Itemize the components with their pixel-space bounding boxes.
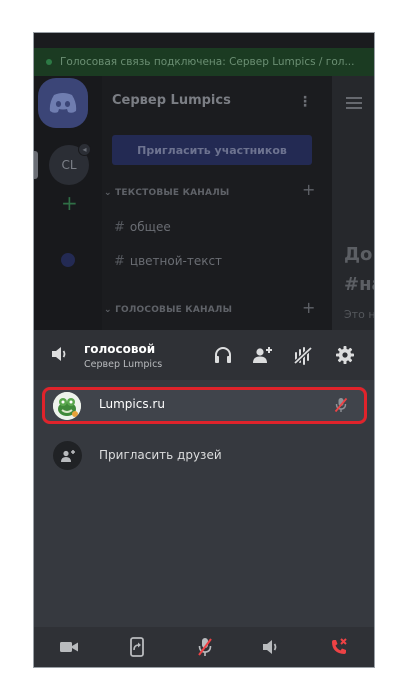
speaker-icon — [50, 344, 70, 368]
menu-icon[interactable] — [346, 97, 362, 112]
voice-channels-category[interactable]: ⌄ ГОЛОСОВЫЕ КАНАЛЫ — [104, 305, 232, 315]
voice-channel-title: голосовой — [84, 342, 156, 356]
gear-icon[interactable] — [334, 344, 356, 366]
speaker-icon[interactable] — [260, 636, 282, 658]
screen-share-icon[interactable] — [126, 636, 148, 658]
chat-channel-heading: #на — [344, 274, 374, 295]
server-initials: CL — [61, 158, 77, 172]
add-voice-channel-icon[interactable]: + — [302, 298, 315, 317]
add-server-icon[interactable]: + — [61, 191, 78, 215]
chevron-down-icon: ⌄ — [104, 188, 116, 198]
chevron-down-icon: ⌄ — [104, 305, 116, 315]
voice-connected-banner[interactable]: Голосовая связь подключена: Сервер Lumpi… — [34, 48, 374, 76]
participant-row[interactable]: Lumpics.ru — [42, 387, 367, 424]
discord-logo-icon — [49, 93, 77, 113]
voice-channel-sheet: голосовой Сервер Lumpics Lumpics.ru Приг… — [34, 330, 374, 667]
discord-home-button[interactable] — [38, 78, 88, 128]
channel-general[interactable]: # общее — [114, 220, 171, 235]
add-user-icon — [53, 441, 82, 470]
server-menu-icon[interactable]: ⋮ — [298, 94, 312, 110]
add-user-icon[interactable] — [252, 344, 274, 366]
avatar — [53, 392, 81, 420]
headphones-icon[interactable] — [212, 344, 234, 366]
hash-icon: # — [114, 220, 125, 235]
hash-icon: # — [114, 254, 125, 269]
camera-icon[interactable] — [58, 636, 80, 658]
connected-dot-icon — [46, 59, 52, 65]
channel-colored-text[interactable]: # цветной-текст — [114, 254, 222, 269]
add-text-channel-icon[interactable]: + — [302, 180, 315, 199]
voice-header: голосовой Сервер Lumpics — [34, 330, 374, 380]
chat-welcome-text: Это н — [344, 308, 375, 321]
microphone-muted-icon — [334, 397, 348, 417]
invite-members-button[interactable]: Пригласить участников — [112, 135, 312, 165]
noise-suppression-icon[interactable] — [292, 344, 314, 366]
participant-name: Lumpics.ru — [99, 397, 165, 411]
status-bar — [34, 33, 374, 48]
voice-badge-icon: ◂ — [78, 143, 91, 156]
selected-server-indicator — [34, 151, 38, 179]
invite-friends-label: Пригласить друзей — [99, 448, 222, 462]
server-title[interactable]: Сервер Lumpics — [112, 93, 231, 108]
chat-welcome-heading: До — [344, 244, 373, 265]
voice-controls — [34, 627, 374, 667]
explore-servers-icon[interactable] — [61, 253, 75, 267]
phone-screen: Голосовая связь подключена: Сервер Lumpi… — [33, 32, 375, 668]
microphone-muted-icon[interactable] — [194, 636, 216, 658]
voice-connected-banner-text: Голосовая связь подключена: Сервер Lumpi… — [60, 56, 355, 68]
text-channels-category[interactable]: ⌄ ТЕКСТОВЫЕ КАНАЛЫ — [104, 188, 229, 198]
server-icon-cl[interactable]: CL ◂ — [49, 143, 91, 185]
invite-friends-row[interactable]: Пригласить друзей — [42, 437, 367, 474]
voice-server-name: Сервер Lumpics — [84, 359, 163, 370]
disconnect-call-icon[interactable] — [328, 636, 350, 658]
